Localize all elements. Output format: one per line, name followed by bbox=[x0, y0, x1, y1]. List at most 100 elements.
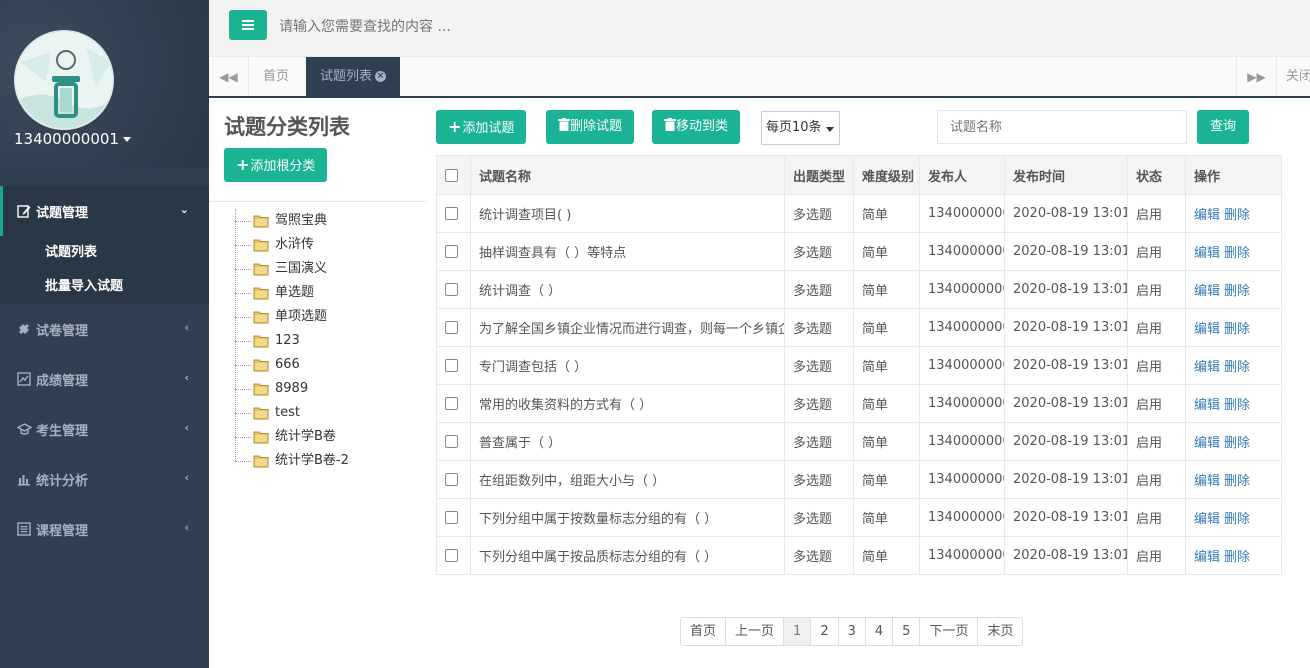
add-question-button[interactable]: +添加试题 bbox=[436, 110, 527, 144]
puzzle-icon bbox=[16, 321, 32, 337]
tree-node[interactable]: 统计学B卷-2 bbox=[235, 449, 425, 473]
sidebar-item-statistics[interactable]: 统计分析 ‹ bbox=[0, 454, 209, 504]
column-header-time[interactable]: 发布时间 bbox=[1004, 155, 1128, 195]
edit-link[interactable]: 编辑 bbox=[1194, 474, 1220, 489]
tree-node[interactable]: 123 bbox=[235, 329, 425, 353]
pager-page-button[interactable]: 4 bbox=[865, 618, 894, 645]
row-checkbox[interactable] bbox=[445, 245, 458, 258]
edit-link[interactable]: 编辑 bbox=[1194, 208, 1220, 223]
delete-link[interactable]: 删除 bbox=[1224, 436, 1250, 451]
cell-status: 启用 bbox=[1127, 308, 1186, 347]
table-row[interactable]: 下列分组中属于按数量标志分组的有（ ）多选题简单134000000012020-… bbox=[436, 498, 1282, 537]
table-row[interactable]: 普查属于（ ）多选题简单134000000012020-08-19 13:01:… bbox=[436, 422, 1282, 461]
delete-link[interactable]: 删除 bbox=[1224, 398, 1250, 413]
tree-node[interactable]: 统计学B卷 bbox=[235, 425, 425, 449]
pager-last-button[interactable]: 末页 bbox=[978, 618, 1023, 645]
tree-node[interactable]: 水浒传 bbox=[235, 233, 425, 257]
edit-link[interactable]: 编辑 bbox=[1194, 360, 1220, 375]
tree-node[interactable]: test bbox=[235, 401, 425, 425]
pager-prev-button[interactable]: 上一页 bbox=[726, 618, 785, 645]
tab-home[interactable]: 首页 bbox=[249, 57, 303, 96]
delete-link[interactable]: 删除 bbox=[1224, 512, 1250, 527]
table-row[interactable]: 专门调查包括（ ）多选题简单134000000012020-08-19 13:0… bbox=[436, 346, 1282, 385]
table-row[interactable]: 在组距数列中，组距大小与（ ）多选题简单134000000012020-08-1… bbox=[436, 460, 1282, 499]
column-header-type[interactable]: 出题类型 bbox=[784, 155, 854, 195]
global-search-input[interactable] bbox=[279, 14, 679, 40]
sidebar-subitem-question-list[interactable]: 试题列表 bbox=[0, 236, 209, 270]
question-name-input[interactable] bbox=[937, 110, 1187, 144]
tree-node[interactable]: 驾照宝典 bbox=[235, 209, 425, 233]
sidebar-item-paper-management[interactable]: 试卷管理 ‹ bbox=[0, 304, 209, 354]
row-checkbox[interactable] bbox=[445, 549, 458, 562]
table-row[interactable]: 抽样调查具有（ ）等特点多选题简单134000000012020-08-19 1… bbox=[436, 232, 1282, 271]
sidebar-item-label: 课程管理 bbox=[36, 523, 89, 539]
page-size-select[interactable]: 每页10条 bbox=[761, 111, 840, 145]
folder-icon bbox=[253, 335, 269, 348]
column-header-level[interactable]: 难度级别 bbox=[853, 155, 920, 195]
menu-toggle-button[interactable] bbox=[229, 10, 267, 40]
edit-link[interactable]: 编辑 bbox=[1194, 398, 1220, 413]
pager-first-button[interactable]: 首页 bbox=[681, 618, 727, 645]
tab-scroll-left-button[interactable]: ◀◀ bbox=[209, 57, 249, 96]
tab-question-list[interactable]: 试题列表 × bbox=[306, 57, 401, 96]
select-all-checkbox[interactable] bbox=[445, 168, 458, 182]
sidebar-subitem-batch-import[interactable]: 批量导入试题 bbox=[0, 270, 209, 304]
pager-page-button[interactable]: 5 bbox=[893, 618, 921, 645]
move-to-category-button[interactable]: 移动到类 bbox=[652, 110, 741, 144]
row-select-cell bbox=[436, 308, 471, 347]
edit-link[interactable]: 编辑 bbox=[1194, 246, 1220, 261]
add-root-category-button[interactable]: +添加根分类 bbox=[224, 148, 328, 182]
table-row[interactable]: 统计调查项目( )多选题简单134000000012020-08-19 13:0… bbox=[436, 194, 1282, 233]
row-checkbox[interactable] bbox=[445, 283, 458, 296]
tree-node[interactable]: 三国演义 bbox=[235, 257, 425, 281]
sidebar-item-course-management[interactable]: 课程管理 ‹ bbox=[0, 504, 209, 554]
pager-page-button[interactable]: 1 bbox=[784, 618, 812, 645]
row-checkbox[interactable] bbox=[445, 473, 458, 486]
row-checkbox[interactable] bbox=[445, 511, 458, 524]
delete-link[interactable]: 删除 bbox=[1224, 474, 1250, 489]
chevron-left-icon: ‹ bbox=[184, 471, 189, 484]
edit-link[interactable]: 编辑 bbox=[1194, 436, 1220, 451]
delete-question-button[interactable]: 删除试题 bbox=[546, 110, 635, 144]
tree-node[interactable]: 单项选题 bbox=[235, 305, 425, 329]
table-row[interactable]: 统计调查（ ）多选题简单134000000012020-08-19 13:01:… bbox=[436, 270, 1282, 309]
edit-link[interactable]: 编辑 bbox=[1194, 322, 1220, 337]
delete-link[interactable]: 删除 bbox=[1224, 284, 1250, 299]
query-button[interactable]: 查询 bbox=[1197, 110, 1250, 144]
row-checkbox[interactable] bbox=[445, 435, 458, 448]
table-row[interactable]: 下列分组中属于按品质标志分组的有（ ）多选题简单134000000012020-… bbox=[436, 536, 1282, 575]
tree-node[interactable]: 666 bbox=[235, 353, 425, 377]
user-menu[interactable]: 13400000001 bbox=[14, 130, 131, 148]
column-header-status[interactable]: 状态 bbox=[1127, 155, 1186, 195]
delete-link[interactable]: 删除 bbox=[1224, 208, 1250, 223]
cell-type: 多选题 bbox=[784, 498, 854, 537]
row-checkbox[interactable] bbox=[445, 207, 458, 220]
cell-name: 为了解全国乡镇企业情况而进行调查，则每一个乡镇企业是 bbox=[470, 308, 785, 347]
column-header-author[interactable]: 发布人 bbox=[919, 155, 1005, 195]
sidebar-item-score-management[interactable]: 成绩管理 ‹ bbox=[0, 354, 209, 404]
edit-link[interactable]: 编辑 bbox=[1194, 284, 1220, 299]
sidebar-item-examinee-management[interactable]: 考生管理 ‹ bbox=[0, 404, 209, 454]
table-row[interactable]: 常用的收集资料的方式有（ ）多选题简单134000000012020-08-19… bbox=[436, 384, 1282, 423]
delete-link[interactable]: 删除 bbox=[1224, 550, 1250, 565]
column-header-name[interactable]: 试题名称 bbox=[470, 155, 785, 195]
delete-link[interactable]: 删除 bbox=[1224, 322, 1250, 337]
edit-link[interactable]: 编辑 bbox=[1194, 512, 1220, 527]
pager-next-button[interactable]: 下一页 bbox=[920, 618, 979, 645]
delete-link[interactable]: 删除 bbox=[1224, 360, 1250, 375]
sidebar-item-question-management[interactable]: 试题管理 ⌄ bbox=[0, 186, 209, 236]
row-checkbox[interactable] bbox=[445, 359, 458, 372]
edit-link[interactable]: 编辑 bbox=[1194, 550, 1220, 565]
tab-scroll-right-button[interactable]: ▶▶ bbox=[1236, 57, 1276, 96]
tree-node[interactable]: 8989 bbox=[235, 377, 425, 401]
avatar[interactable] bbox=[14, 30, 114, 130]
close-tabs-button[interactable]: 关闭 bbox=[1276, 57, 1310, 96]
close-icon[interactable]: × bbox=[375, 71, 387, 82]
pager-page-button[interactable]: 2 bbox=[811, 618, 839, 645]
row-checkbox[interactable] bbox=[445, 321, 458, 334]
tree-node[interactable]: 单选题 bbox=[235, 281, 425, 305]
delete-link[interactable]: 删除 bbox=[1224, 246, 1250, 261]
table-row[interactable]: 为了解全国乡镇企业情况而进行调查，则每一个乡镇企业是 多选题 简单 134000000… bbox=[436, 308, 1282, 347]
pager-page-button[interactable]: 3 bbox=[838, 618, 866, 645]
row-checkbox[interactable] bbox=[445, 397, 458, 410]
